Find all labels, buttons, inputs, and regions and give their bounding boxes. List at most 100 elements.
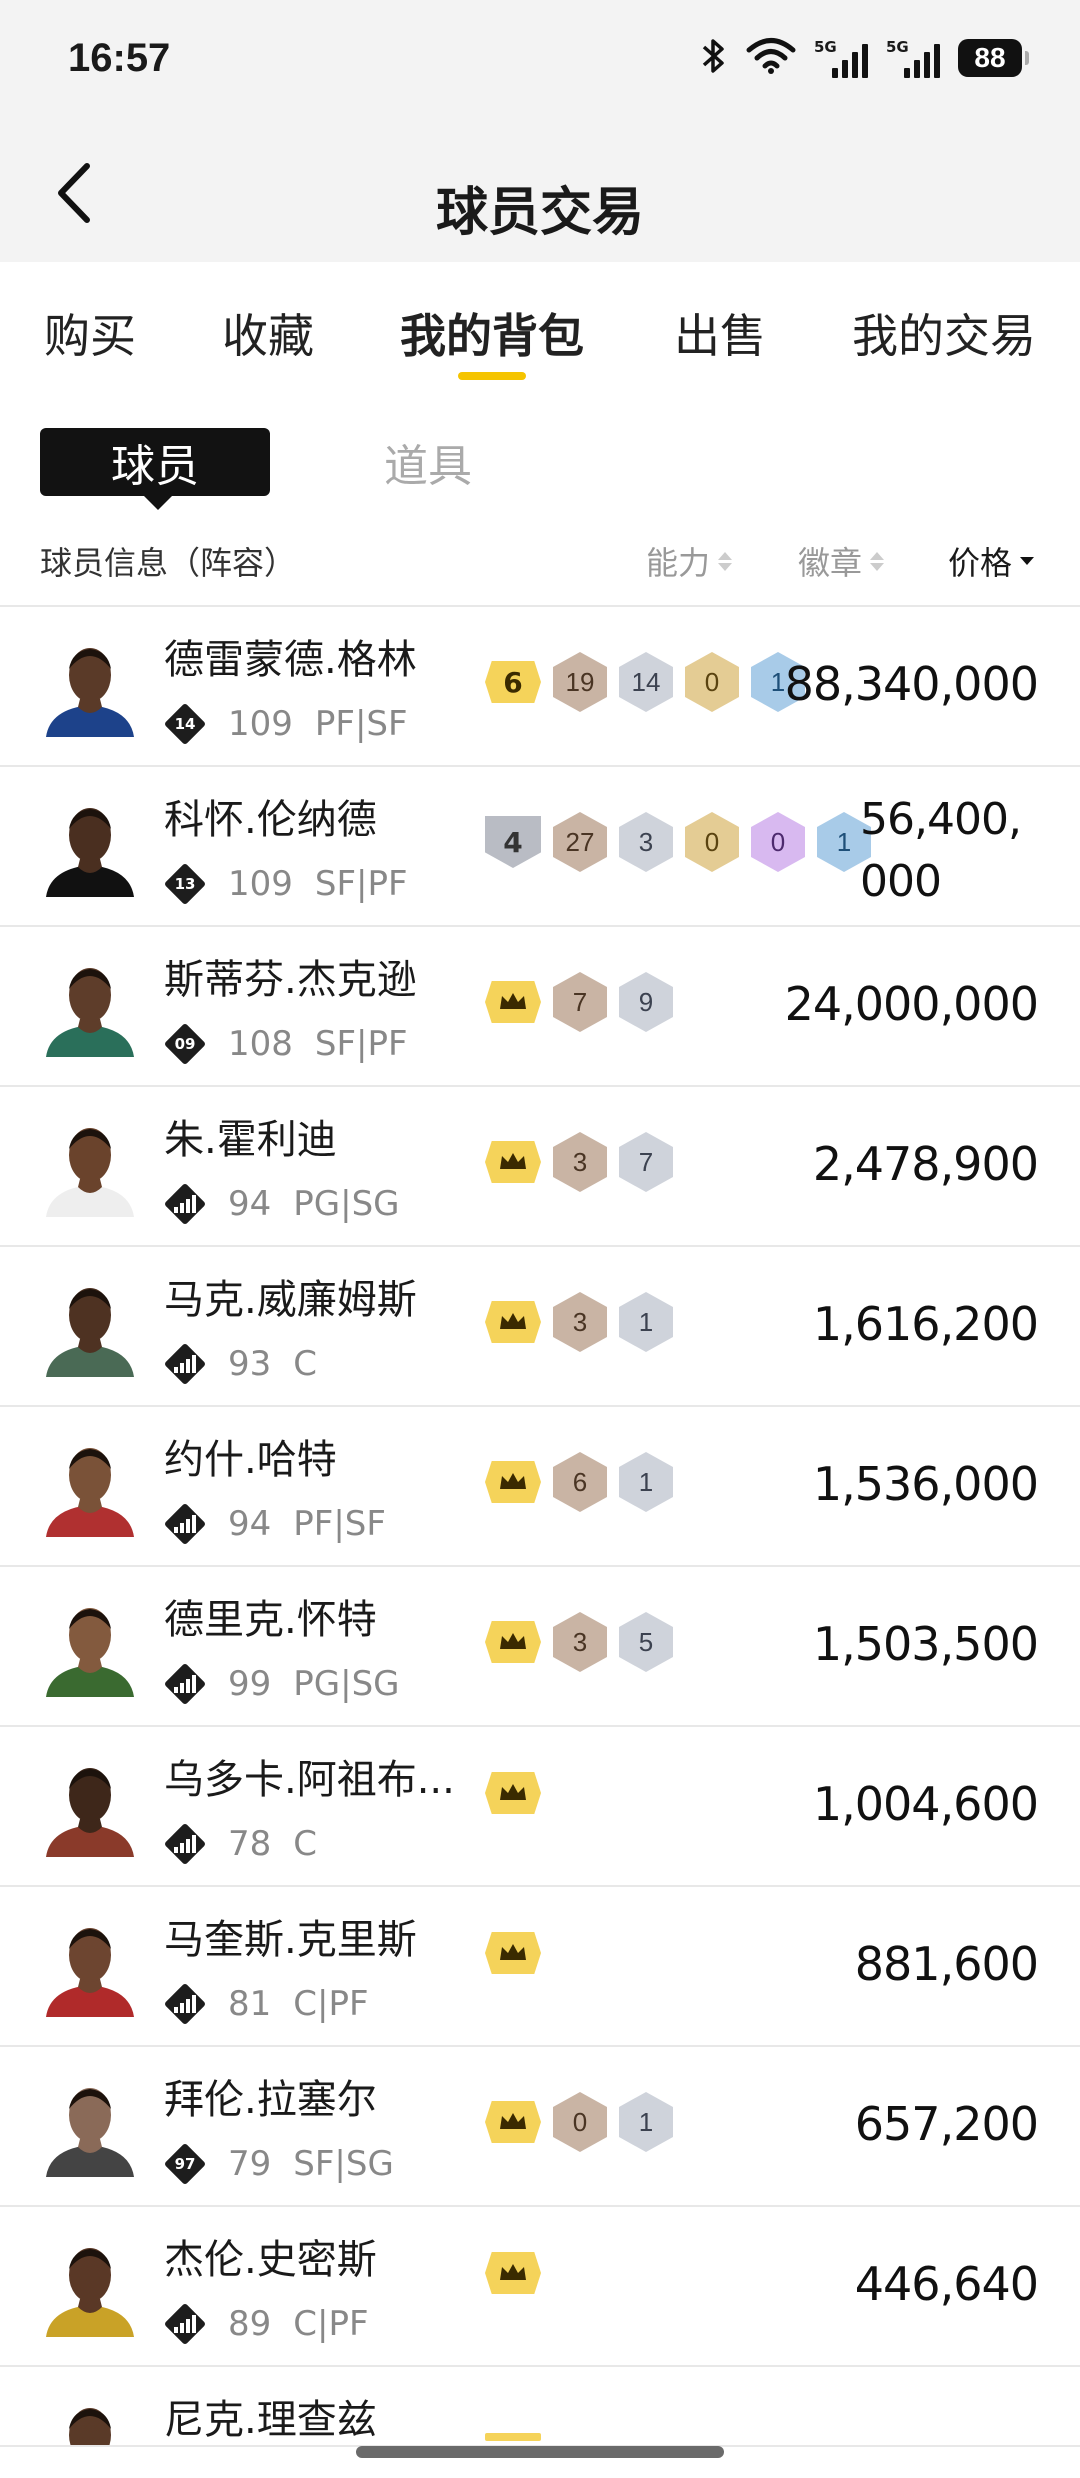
tab-favorites[interactable]: 收藏 <box>222 300 314 366</box>
segment-players[interactable]: 球员 <box>40 428 270 510</box>
player-price: 1,004,600 <box>812 1777 1039 1831</box>
column-ability[interactable]: 能力 <box>646 538 733 584</box>
player-rating: 108 <box>228 1024 293 1064</box>
player-avatar <box>40 1275 140 1377</box>
crown-icon <box>485 1301 541 1343</box>
player-row[interactable]: 马克.威廉姆斯 93 C 3 1 1,616,200 <box>0 1247 1080 1407</box>
badge-count-silver: 5 <box>619 1612 673 1672</box>
battery-icon: 88 <box>958 39 1029 77</box>
player-row[interactable]: 马奎斯.克里斯 81 C|PF 881,600 <box>0 1887 1080 2047</box>
rank-signal-icon <box>164 2303 206 2345</box>
player-avatar <box>40 1115 140 1217</box>
badge-group: 61 <box>485 1452 673 1512</box>
player-row[interactable]: 科怀.伦纳德 13 109 SF|PF 4 27 3 0 0 1 56,400,000 <box>0 767 1080 927</box>
tab-my-backpack[interactable]: 我的背包 <box>400 300 584 366</box>
player-rating: 79 <box>228 2144 272 2184</box>
sort-icon <box>870 551 885 571</box>
column-player-info: 球员信息（阵容） <box>40 544 297 582</box>
player-name: 乌多卡.阿祖布... <box>164 1757 455 1803</box>
tab-buy[interactable]: 购买 <box>44 300 136 366</box>
player-meta: 89 C|PF <box>164 2303 369 2345</box>
player-meta: 14 109 PF|SF <box>164 703 408 745</box>
player-name: 朱.霍利迪 <box>164 1117 337 1163</box>
rank-badge: 09 <box>164 1023 206 1065</box>
tab-sell[interactable]: 出售 <box>674 300 766 366</box>
player-meta: 09 108 SF|PF <box>164 1023 408 1065</box>
badge-count-silver: 1 <box>619 1292 673 1352</box>
player-rating: 109 <box>228 704 293 744</box>
badge-count-bronze: 27 <box>553 812 607 872</box>
player-row[interactable]: 拜伦.拉塞尔 97 79 SF|SG 0 1 657,200 <box>0 2047 1080 2207</box>
badge-count-bronze: 7 <box>553 972 607 1032</box>
player-price: 1,536,000 <box>812 1457 1039 1511</box>
column-ability-label: 能力 <box>646 544 711 582</box>
rank-signal-icon <box>164 1503 206 1545</box>
player-price: 88,340,000 <box>784 657 1039 711</box>
crown-icon <box>485 1621 541 1663</box>
crown-icon <box>485 1772 541 1814</box>
player-price: 446,640 <box>854 2257 1039 2311</box>
tab-my-trades[interactable]: 我的交易 <box>852 300 1036 366</box>
rank-badge: 13 <box>164 863 206 905</box>
badge-count-silver: 14 <box>619 652 673 712</box>
player-meta: 97 79 SF|SG <box>164 2143 394 2185</box>
rank-badge: 14 <box>164 703 206 745</box>
player-row[interactable]: 德雷蒙德.格林 14 109 PF|SF 6 19 14 0 1 88,340,000 <box>0 607 1080 767</box>
badge-count-bronze: 3 <box>553 1132 607 1192</box>
crown-icon <box>485 1141 541 1183</box>
player-name: 斯蒂芬.杰克逊 <box>164 957 417 1003</box>
player-list: 德雷蒙德.格林 14 109 PF|SF 6 19 14 0 1 88,340,000 科怀.伦纳德… <box>0 605 1080 2447</box>
sort-desc-icon <box>1020 557 1035 565</box>
list-header: 球员信息（阵容） 能力 徽章 价格 <box>0 528 1080 588</box>
player-position: PG|SG <box>293 1184 400 1224</box>
level-badge <box>485 2433 541 2441</box>
nav-bar: 球员交易 <box>0 130 1080 262</box>
player-price: 24,000,000 <box>784 977 1039 1031</box>
player-row[interactable]: 斯蒂芬.杰克逊 09 108 SF|PF 7 9 24,000,000 <box>0 927 1080 1087</box>
badge-count-gold: 0 <box>685 812 739 872</box>
status-time: 16:57 <box>68 36 171 80</box>
badge-group: 31 <box>485 1292 673 1352</box>
player-name: 拜伦.拉塞尔 <box>164 2077 377 2123</box>
player-avatar <box>40 1755 140 1857</box>
page-title: 球员交易 <box>435 183 644 243</box>
player-name: 德里克.怀特 <box>164 1597 377 1643</box>
player-row[interactable]: 杰伦.史密斯 89 C|PF 446,640 <box>0 2207 1080 2367</box>
badge-group: 35 <box>485 1612 673 1672</box>
wifi-icon <box>746 37 796 79</box>
player-price: 1,503,500 <box>812 1617 1039 1671</box>
column-badges-label: 徽章 <box>798 544 863 582</box>
level-badge: 6 <box>485 661 541 703</box>
player-rating: 99 <box>228 1664 272 1704</box>
rank-badge: 97 <box>164 2143 206 2185</box>
player-row[interactable]: 尼克.理查兹 <box>0 2367 1080 2447</box>
player-meta: 94 PG|SG <box>164 1183 400 1225</box>
crown-icon <box>485 981 541 1023</box>
player-avatar <box>40 795 140 897</box>
crown-icon <box>485 1932 541 1974</box>
crown-icon <box>485 2252 541 2294</box>
badge-group: 6 19 14 0 1 <box>485 652 805 712</box>
column-badges[interactable]: 徽章 <box>798 538 885 584</box>
status-bar: 16:57 5G 5G 88 <box>0 0 1080 130</box>
player-meta: 94 PF|SF <box>164 1503 386 1545</box>
player-avatar <box>40 1595 140 1697</box>
column-price[interactable]: 价格 <box>948 538 1035 584</box>
player-row[interactable]: 约什.哈特 94 PF|SF 6 1 1,536,000 <box>0 1407 1080 1567</box>
badge-count-gold: 0 <box>685 652 739 712</box>
segment-items[interactable]: 道具 <box>384 428 544 496</box>
player-row[interactable]: 德里克.怀特 99 PG|SG 3 5 1,503,500 <box>0 1567 1080 1727</box>
badge-count-silver: 3 <box>619 812 673 872</box>
player-row[interactable]: 乌多卡.阿祖布... 78 C 1,004,600 <box>0 1727 1080 1887</box>
player-rating: 93 <box>228 1344 272 1384</box>
badge-group: 4 27 3 0 0 1 <box>485 812 871 872</box>
player-position: SF|PF <box>314 864 408 904</box>
badge-group: 01 <box>485 2092 673 2152</box>
rank-signal-icon <box>164 1823 206 1865</box>
player-avatar <box>40 1915 140 2017</box>
player-row[interactable]: 朱.霍利迪 94 PG|SG 3 7 2,478,900 <box>0 1087 1080 1247</box>
player-name: 德雷蒙德.格林 <box>164 637 417 683</box>
badge-count-bronze: 0 <box>553 2092 607 2152</box>
cellular-signal-icon-2: 5G <box>886 38 940 78</box>
player-name: 约什.哈特 <box>164 1437 337 1483</box>
